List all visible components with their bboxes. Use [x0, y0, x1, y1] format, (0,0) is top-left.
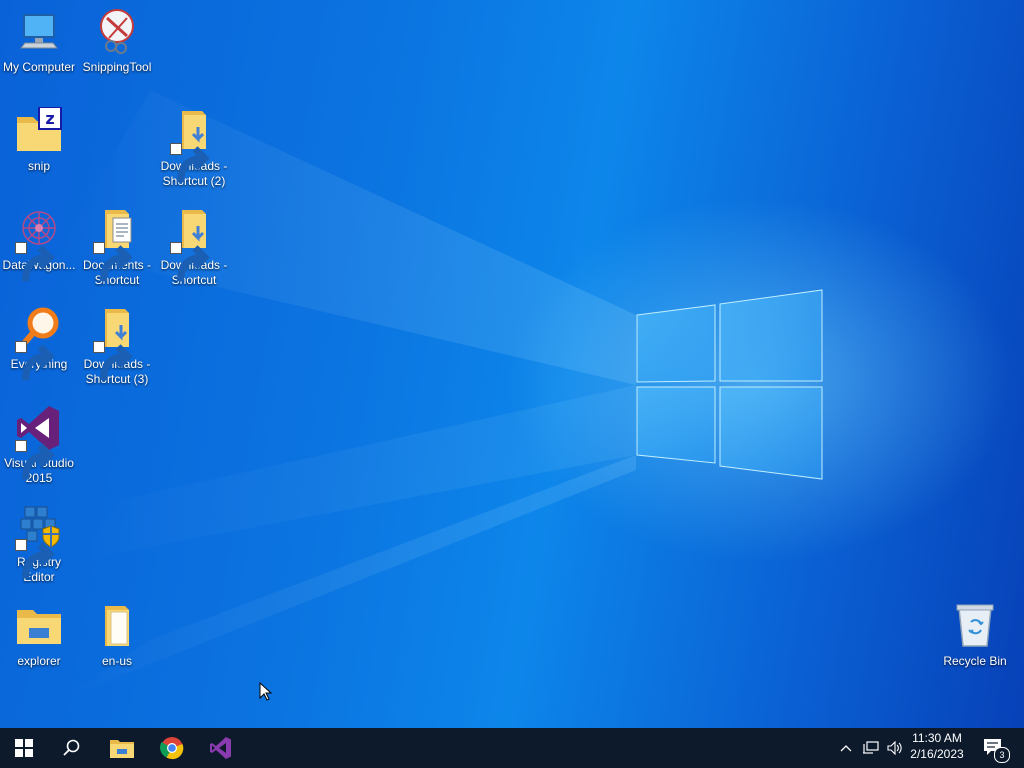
search-button[interactable] — [48, 728, 96, 768]
desktop-icon-visual-studio-2015[interactable]: Visual Studio 2015 — [1, 404, 77, 486]
folder-icon — [93, 602, 141, 650]
folder-icon: z — [15, 107, 63, 155]
desktop[interactable]: My Computer SnippingTool z snip Download… — [0, 0, 1024, 728]
desktop-icon-label: My Computer — [2, 60, 76, 74]
recycle-bin-icon — [951, 602, 999, 650]
shortcut-arrow-icon — [170, 143, 210, 183]
file-explorer-icon — [15, 602, 63, 650]
file-explorer-icon — [110, 740, 134, 758]
network-icon — [863, 741, 879, 754]
clock-date: 2/16/2023 — [910, 747, 964, 761]
shortcut-arrow-icon — [15, 242, 55, 282]
desktop-icon-downloads-shortcut-3[interactable]: Downloads - Shortcut (3) — [79, 305, 155, 387]
notification-badge: 3 — [994, 747, 1010, 763]
search-icon — [63, 739, 80, 756]
magnifier-icon — [15, 305, 63, 381]
svg-text:z: z — [45, 109, 54, 128]
shortcut-arrow-icon — [15, 539, 55, 579]
desktop-icon-downloads-shortcut-2[interactable]: Downloads - Shortcut (2) — [156, 107, 232, 189]
desktop-icon-recycle-bin[interactable]: Recycle Bin — [937, 602, 1013, 669]
downloads-folder-icon — [170, 206, 218, 282]
desktop-icon-documents-shortcut[interactable]: Documents - Shortcut — [79, 206, 155, 288]
desktop-icon-registry-editor[interactable]: Registry Editor — [1, 503, 77, 585]
desktop-icon-datawagon[interactable]: DataWagon... — [1, 206, 77, 282]
downloads-folder-icon — [93, 305, 141, 381]
action-center-button[interactable]: 3 — [978, 728, 1010, 768]
show-hidden-icons-button[interactable] — [836, 728, 856, 768]
shortcut-arrow-icon — [170, 242, 210, 282]
desktop-icon-downloads-shortcut[interactable]: Downloads - Shortcut — [156, 206, 232, 288]
desktop-icon-label: explorer — [17, 654, 61, 668]
desktop-icon-explorer[interactable]: explorer — [1, 602, 77, 669]
shortcut-arrow-icon — [93, 242, 133, 282]
taskbar-file-explorer[interactable] — [98, 728, 146, 768]
clock-time: 11:30 AM — [912, 731, 962, 745]
desktop-icon-label: snip — [27, 159, 50, 173]
mouse-cursor-icon — [259, 682, 273, 701]
network-tray-button[interactable] — [860, 728, 882, 768]
shortcut-arrow-icon — [93, 341, 133, 381]
registry-icon — [15, 503, 63, 579]
datawagon-icon — [15, 206, 63, 282]
desktop-icon-snip[interactable]: z snip — [1, 107, 77, 174]
taskbar: 11:30 AM 2/16/2023 3 — [0, 728, 1024, 768]
computer-icon — [15, 8, 63, 56]
chrome-icon — [160, 737, 184, 760]
downloads-folder-icon — [170, 107, 218, 183]
desktop-icon-my-computer[interactable]: My Computer — [1, 8, 77, 75]
scissors-icon — [93, 8, 141, 56]
start-icon — [15, 739, 33, 757]
desktop-icon-snipping-tool[interactable]: SnippingTool — [79, 8, 155, 75]
shortcut-arrow-icon — [15, 440, 55, 480]
taskbar-chrome[interactable] — [148, 728, 196, 768]
desktop-icon-label: Recycle Bin — [943, 654, 1007, 668]
desktop-icon-en-us[interactable]: en-us — [79, 602, 155, 669]
taskbar-visual-studio[interactable] — [197, 728, 245, 768]
desktop-icon-label: en-us — [101, 654, 133, 668]
visual-studio-icon — [210, 737, 231, 759]
clock-button[interactable]: 11:30 AM 2/16/2023 — [900, 730, 974, 766]
documents-folder-icon — [93, 206, 141, 282]
desktop-icon-everything[interactable]: Everything — [1, 305, 77, 381]
shortcut-arrow-icon — [15, 341, 55, 381]
chevron-up-icon — [840, 745, 852, 752]
desktop-icon-label: SnippingTool — [82, 60, 152, 74]
visual-studio-icon — [15, 404, 63, 480]
start-button[interactable] — [0, 728, 48, 768]
